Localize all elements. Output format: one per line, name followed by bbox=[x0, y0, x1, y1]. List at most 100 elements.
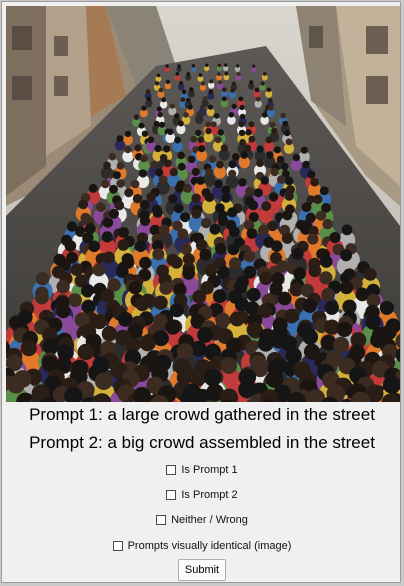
crowd-person-head bbox=[209, 223, 221, 235]
crowd-person-head bbox=[363, 268, 377, 281]
crowd-person-head bbox=[56, 280, 70, 294]
crowd-person-head bbox=[214, 179, 223, 189]
crowd-person-head bbox=[198, 73, 203, 77]
crowd-person-head bbox=[220, 144, 228, 152]
crowd-person-head bbox=[267, 98, 273, 103]
crowd-person-head bbox=[207, 104, 214, 110]
option-is-prompt-2[interactable]: Is Prompt 2 bbox=[2, 488, 400, 502]
crowd-person-head bbox=[339, 280, 354, 295]
crowd-person-head bbox=[224, 63, 228, 67]
crowd-person-head bbox=[302, 329, 319, 345]
crowd-person-head bbox=[88, 240, 100, 253]
crowd-person-head bbox=[271, 127, 278, 134]
crowd-person-head bbox=[216, 160, 224, 169]
crowd-person-head bbox=[256, 145, 264, 153]
submit-button[interactable]: Submit bbox=[178, 559, 226, 581]
crowd-person-head bbox=[101, 179, 110, 189]
crowd-person-head bbox=[158, 175, 168, 184]
crowd-person-head bbox=[112, 171, 121, 180]
crowd-person-head bbox=[114, 200, 125, 211]
crowd-person-head bbox=[169, 168, 178, 177]
crowd-person-head bbox=[190, 340, 207, 357]
crowd-person-head bbox=[177, 120, 184, 127]
option-neither-wrong[interactable]: Neither / Wrong bbox=[2, 513, 400, 527]
crowd-person-head bbox=[199, 248, 212, 261]
crowd-person-head bbox=[196, 111, 202, 117]
crowd-person-head bbox=[154, 81, 160, 86]
crowd-person-head bbox=[102, 251, 115, 264]
crowd-person-head bbox=[300, 146, 308, 154]
crowd-person-head bbox=[181, 89, 187, 95]
crowd-person-head bbox=[221, 185, 231, 195]
crowd-person-head bbox=[152, 248, 165, 261]
crowd-person-head bbox=[261, 112, 268, 118]
crowd-person-head bbox=[124, 146, 132, 154]
crowd-person-head bbox=[238, 129, 246, 137]
crowd-person-head bbox=[202, 96, 208, 101]
crowd-person-head bbox=[271, 240, 283, 252]
crowd-person-head bbox=[168, 194, 178, 204]
crowd-person-head bbox=[191, 193, 201, 203]
crowd-person-head bbox=[301, 202, 312, 213]
visually-identical-checkbox[interactable] bbox=[112, 541, 123, 551]
crowd-person-head bbox=[7, 375, 25, 394]
crowd-person-head bbox=[140, 154, 148, 163]
crowd-person-head bbox=[158, 87, 164, 93]
crowd-person-head bbox=[262, 72, 267, 76]
crowd-person-head bbox=[379, 300, 394, 315]
crowd-person-head bbox=[282, 210, 293, 221]
neither-wrong-label: Neither / Wrong bbox=[171, 514, 248, 526]
crowd-person-head bbox=[152, 207, 163, 218]
crowd-person-head bbox=[212, 289, 227, 304]
crowd-person-head bbox=[81, 299, 96, 314]
is-prompt-1-checkbox[interactable] bbox=[166, 465, 177, 475]
crowd-person-head bbox=[101, 326, 118, 342]
crowd-person-head bbox=[177, 162, 186, 171]
crowd-person-head bbox=[42, 338, 59, 355]
crowd-person-head bbox=[124, 130, 132, 138]
crowd-person-head bbox=[204, 192, 215, 202]
crowd-person-head bbox=[96, 202, 106, 213]
crowd-person-head bbox=[173, 203, 184, 214]
crowd-person-head bbox=[174, 113, 180, 119]
crowd-person-head bbox=[201, 217, 212, 229]
crowd-person-head bbox=[70, 263, 84, 276]
crowd-person-head bbox=[316, 210, 327, 221]
crowd-person-head bbox=[228, 112, 235, 118]
visually-identical-label: Prompts visually identical (image) bbox=[127, 540, 292, 552]
crowd-person-head bbox=[138, 169, 148, 178]
crowd-person-head bbox=[88, 183, 98, 193]
is-prompt-2-checkbox[interactable] bbox=[166, 490, 177, 500]
crowd-person-head bbox=[177, 228, 189, 240]
neither-wrong-checkbox[interactable] bbox=[156, 515, 167, 525]
crowd-person-head bbox=[183, 112, 189, 118]
crowd-person-head bbox=[161, 97, 167, 103]
crowd-person-head bbox=[167, 128, 174, 135]
crowd-person-head bbox=[134, 144, 142, 152]
crowd-person-head bbox=[217, 80, 222, 85]
crowd-person-head bbox=[283, 129, 291, 137]
crowd-person-head bbox=[182, 266, 196, 280]
crowd-person-head bbox=[268, 105, 274, 111]
crowd-person-head bbox=[191, 64, 196, 68]
crowd-person-head bbox=[266, 151, 274, 159]
crowd-person-head bbox=[35, 272, 50, 286]
crowd-person-head bbox=[78, 199, 89, 210]
crowd-person-head bbox=[321, 287, 335, 302]
crowd-person-head bbox=[186, 97, 191, 103]
crowd-person-head bbox=[302, 298, 317, 313]
crowd-person-head bbox=[156, 106, 162, 112]
crowd-person-head bbox=[248, 135, 256, 143]
prompt-1-text: Prompt 1: a large crowd gathered in the … bbox=[29, 405, 375, 424]
crowd-person-head bbox=[228, 160, 237, 169]
crowd-person-head bbox=[252, 64, 256, 68]
crowd-person-head bbox=[232, 153, 240, 161]
crowd-person-head bbox=[238, 96, 244, 102]
crowd-person-head bbox=[229, 311, 245, 327]
crowd-person-head bbox=[128, 280, 142, 295]
crowd-person-head bbox=[280, 162, 289, 171]
option-is-prompt-1[interactable]: Is Prompt 1 bbox=[2, 463, 400, 477]
option-visually-identical[interactable]: Prompts visually identical (image) bbox=[2, 539, 400, 553]
crowd-person-head bbox=[281, 232, 293, 244]
crowd-person-head bbox=[146, 192, 156, 202]
